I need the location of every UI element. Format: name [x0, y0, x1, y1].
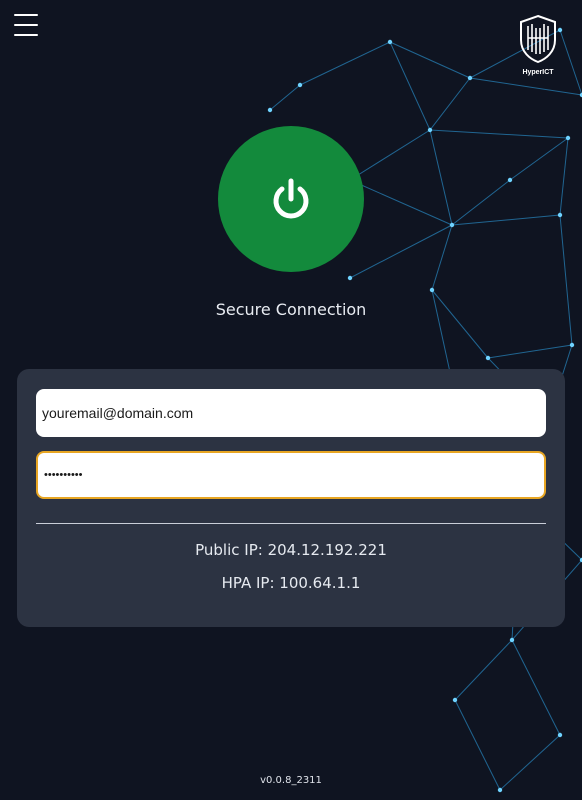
connection-status-label: Secure Connection: [215, 300, 367, 319]
shield-logo-icon: [520, 14, 556, 64]
email-input[interactable]: [36, 389, 546, 437]
version-label: v0.0.8_2311: [260, 775, 322, 786]
hpa-ip-label: HPA IP: 100.64.1.1: [221, 574, 361, 592]
hamburger-menu-icon[interactable]: [14, 14, 38, 36]
public-ip-label: Public IP: 204.12.192.221: [195, 541, 387, 559]
power-icon: [273, 178, 309, 219]
logo-text: HyperICT: [522, 69, 554, 76]
hyperict-logo: HyperICT: [516, 14, 560, 78]
login-panel: Public IP: 204.12.192.221 HPA IP: 100.64…: [17, 369, 565, 627]
divider: [36, 523, 546, 524]
power-button[interactable]: [218, 126, 364, 272]
password-input[interactable]: [36, 451, 546, 499]
